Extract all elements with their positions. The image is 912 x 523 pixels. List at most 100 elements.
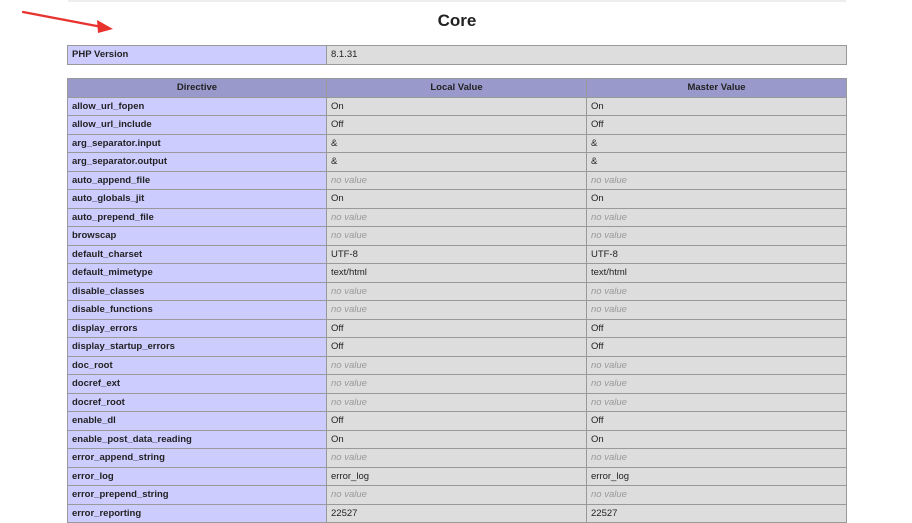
- local-value: Off: [326, 115, 587, 135]
- table-row: default_charset UTF-8 UTF-8: [67, 244, 847, 264]
- master-value: error_log: [586, 466, 847, 486]
- local-value: 22527: [326, 503, 587, 523]
- directive-name: docref_root: [67, 392, 327, 412]
- core-directives-table: Directive Local Value Master Value allow…: [67, 78, 847, 523]
- directive-name: auto_append_file: [67, 170, 327, 190]
- top-rule: [68, 0, 846, 2]
- table-row: arg_separator.input & &: [67, 133, 847, 153]
- directive-name: disable_functions: [67, 300, 327, 320]
- master-value-cell: no value: [586, 300, 847, 320]
- master-value: Off: [586, 337, 847, 357]
- master-value: Off: [586, 115, 847, 135]
- master-value: no value: [591, 230, 627, 241]
- directive-name: enable_post_data_reading: [67, 429, 327, 449]
- local-value-cell: no value: [326, 392, 587, 412]
- master-value-cell: no value: [586, 281, 847, 301]
- local-value-cell: no value: [326, 374, 587, 394]
- table-row: arg_separator.output & &: [67, 152, 847, 172]
- local-value: no value: [331, 174, 367, 186]
- master-value-column-header: Master Value: [586, 78, 847, 98]
- local-value: no value: [331, 304, 367, 315]
- table-header-row: Directive Local Value Master Value: [67, 78, 847, 98]
- local-value-cell: no value: [326, 226, 587, 246]
- master-value: &: [586, 133, 847, 153]
- master-value: &: [586, 152, 847, 172]
- local-value-cell: no value: [326, 485, 587, 505]
- directive-name: arg_separator.input: [67, 133, 327, 153]
- master-value: no value: [591, 452, 627, 463]
- local-value: no value: [331, 489, 367, 500]
- local-value: no value: [331, 230, 367, 241]
- directive-name: browscap: [67, 226, 327, 246]
- local-value: Off: [326, 337, 587, 357]
- section-heading: Core: [437, 11, 477, 30]
- table-row: enable_post_data_reading On On: [67, 429, 847, 449]
- table-row: browscap no value no value: [67, 226, 847, 246]
- table-row: docref_root no value no value: [67, 392, 847, 412]
- directive-name: error_log: [67, 466, 327, 486]
- local-value: no value: [331, 211, 367, 223]
- table-row: error_reporting 22527 22527: [67, 503, 847, 523]
- php-version-value: 8.1.31: [326, 45, 847, 65]
- php-version-table: PHP Version 8.1.31: [67, 45, 847, 65]
- table-row: enable_dl Off Off: [67, 411, 847, 431]
- master-value-cell: no value: [586, 392, 847, 412]
- local-value: no value: [331, 359, 367, 371]
- master-value-cell: no value: [586, 485, 847, 505]
- local-value: error_log: [326, 466, 587, 486]
- local-value: no value: [331, 378, 367, 389]
- master-value: On: [586, 96, 847, 116]
- local-value: Off: [326, 318, 587, 338]
- directive-name: auto_globals_jit: [67, 189, 327, 209]
- table-row: auto_append_file no value no value: [67, 170, 847, 190]
- table-row: display_errors Off Off: [67, 318, 847, 338]
- directive-name: disable_classes: [67, 281, 327, 301]
- local-value: &: [326, 152, 587, 172]
- directive-name: auto_prepend_file: [67, 207, 327, 227]
- table-row: error_log error_log error_log: [67, 466, 847, 486]
- master-value: no value: [591, 285, 627, 297]
- master-value-cell: no value: [586, 226, 847, 246]
- table-row: allow_url_include Off Off: [67, 115, 847, 135]
- table-row: error_prepend_string no value no value: [67, 485, 847, 505]
- local-value-cell: no value: [326, 281, 587, 301]
- directive-name: display_startup_errors: [67, 337, 327, 357]
- table-row: doc_root no value no value: [67, 355, 847, 375]
- local-value: On: [326, 429, 587, 449]
- table-row: auto_prepend_file no value no value: [67, 207, 847, 227]
- master-value-cell: no value: [586, 374, 847, 394]
- directive-name: doc_root: [67, 355, 327, 375]
- local-value: no value: [331, 285, 367, 297]
- master-value: UTF-8: [586, 244, 847, 264]
- table-row: disable_classes no value no value: [67, 281, 847, 301]
- master-value: no value: [591, 174, 627, 186]
- master-value: no value: [591, 489, 627, 500]
- master-value: no value: [591, 359, 627, 371]
- local-value-cell: no value: [326, 207, 587, 227]
- directive-name: error_prepend_string: [67, 485, 327, 505]
- master-value: no value: [591, 378, 627, 389]
- local-value: no value: [331, 396, 367, 408]
- master-value: On: [586, 429, 847, 449]
- master-value: Off: [586, 411, 847, 431]
- directive-name: display_errors: [67, 318, 327, 338]
- local-value-cell: no value: [326, 355, 587, 375]
- directive-name: docref_ext: [67, 374, 327, 394]
- directive-name: error_reporting: [67, 503, 327, 523]
- local-value: text/html: [326, 263, 587, 283]
- local-value-cell: no value: [326, 170, 587, 190]
- master-value: On: [586, 189, 847, 209]
- php-version-row: PHP Version 8.1.31: [67, 45, 847, 65]
- local-value-column-header: Local Value: [326, 78, 587, 98]
- directive-name: allow_url_include: [67, 115, 327, 135]
- local-value-cell: no value: [326, 448, 587, 468]
- master-value-cell: no value: [586, 448, 847, 468]
- local-value: &: [326, 133, 587, 153]
- local-value-cell: no value: [326, 300, 587, 320]
- php-version-label: PHP Version: [67, 45, 327, 65]
- directive-name: allow_url_fopen: [67, 96, 327, 116]
- table-row: display_startup_errors Off Off: [67, 337, 847, 357]
- master-value: no value: [591, 211, 627, 223]
- master-value: Off: [586, 318, 847, 338]
- master-value-cell: no value: [586, 207, 847, 227]
